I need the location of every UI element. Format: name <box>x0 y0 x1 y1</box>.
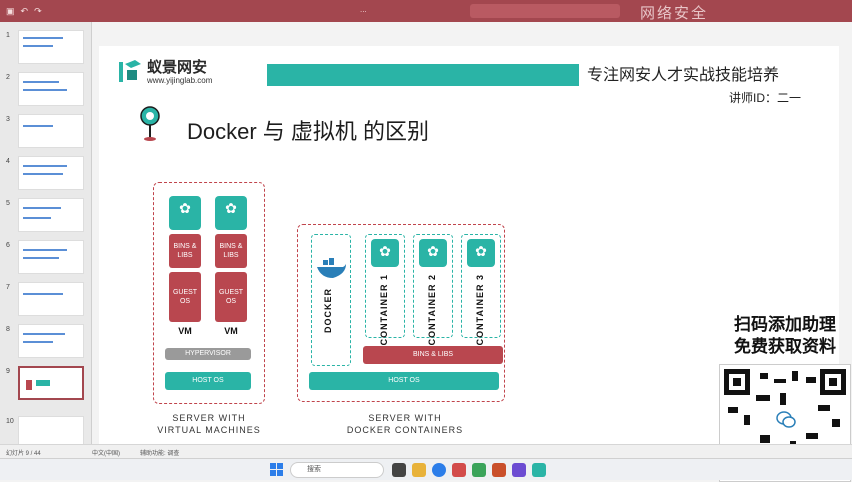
app-icon[interactable] <box>452 463 466 477</box>
promo-text: 扫码添加助理 免费获取资料 <box>727 314 843 358</box>
slide-thumbnail-active[interactable]: 9 <box>6 366 88 402</box>
app-icon[interactable] <box>532 463 546 477</box>
slide-editing-area: 蚁景网安 www.yijinglab.com 专注网安人才实战技能培养 讲师ID… <box>93 22 852 482</box>
slogan-text: 专注网安人才实战技能培养 <box>587 67 780 84</box>
slide-number: 10 <box>6 418 14 425</box>
host-os-bar: HOST OS <box>309 372 499 390</box>
slide-thumbnail[interactable]: 6 <box>6 240 88 276</box>
vm-caption: SERVER WITH VIRTUAL MACHINES <box>145 412 273 436</box>
browser-icon[interactable] <box>432 463 446 477</box>
slide-number: 4 <box>6 158 10 165</box>
undo-icon[interactable]: ↶ <box>21 6 29 17</box>
app-gear-icon <box>215 196 247 230</box>
slide-number: 2 <box>6 74 10 81</box>
bins-libs-block: BINS & LIBS <box>169 234 201 268</box>
promo-line-1: 扫码添加助理 <box>734 315 836 334</box>
vm-label: VM <box>178 326 192 336</box>
slide-number: 9 <box>6 368 10 375</box>
watermark-text: 网络安全 <box>640 5 709 22</box>
docker-label: DOCKER <box>323 288 333 334</box>
current-slide[interactable]: 蚁景网安 www.yijinglab.com 专注网安人才实战技能培养 讲师ID… <box>99 46 851 482</box>
slide-number: 5 <box>6 200 10 207</box>
wechat-icon <box>776 411 796 428</box>
location-pin-icon <box>140 106 160 141</box>
slide-thumbnail[interactable]: 2 <box>6 72 88 108</box>
slide-counter: 幻灯片 9 / 44 <box>6 451 41 457</box>
app-icon[interactable] <box>512 463 526 477</box>
slide-thumbnail[interactable]: 8 <box>6 324 88 360</box>
slide-thumbnail[interactable]: 3 <box>6 114 88 150</box>
guest-os-block: GUEST OS <box>215 272 247 322</box>
qr-finder-pattern <box>820 369 846 395</box>
container-label: CONTAINER 1 <box>379 274 389 346</box>
taskbar-search-label: 搜索 <box>307 466 321 473</box>
vm-label: VM <box>224 326 238 336</box>
slide-title: Docker 与 虚拟机 的区别 <box>187 119 430 144</box>
slide-thumbnail-panel: 1 2 3 4 5 6 7 8 9 10 <box>0 22 92 458</box>
promo-line-2: 免费获取资料 <box>734 337 836 356</box>
status-bar: 幻灯片 9 / 44 中文(中国) 辅助功能: 调查 <box>0 444 852 458</box>
window-titlebar: ▣ ↶ ↷ ... 网络安全 <box>0 0 852 22</box>
brand-name: 蚁景网安 <box>147 59 208 76</box>
lecturer-id: 讲师ID：二一 <box>729 91 802 105</box>
document-title: ... <box>360 5 367 14</box>
bins-libs-bar: BINS & LIBS <box>363 346 503 364</box>
accessibility-status[interactable]: 辅助功能: 调查 <box>140 448 179 457</box>
language-indicator[interactable]: 中文(中国) <box>92 448 120 457</box>
slide-thumbnail[interactable]: 5 <box>6 198 88 234</box>
qr-finder-pattern <box>724 369 750 395</box>
docker-whale-icon <box>317 258 346 278</box>
docker-caption: SERVER WITH DOCKER CONTAINERS <box>335 412 475 436</box>
docker-caption-line1: SERVER WITH <box>368 413 442 423</box>
redo-icon[interactable]: ↷ <box>34 6 42 17</box>
app-gear-icon <box>371 239 399 267</box>
quick-access-toolbar: ▣ ↶ ↷ <box>0 6 42 17</box>
brand-logo-icon <box>119 60 141 82</box>
vm-caption-line2: VIRTUAL MACHINES <box>157 425 261 435</box>
docker-caption-line2: DOCKER CONTAINERS <box>346 425 464 435</box>
vm-caption-line1: SERVER WITH <box>172 413 246 423</box>
app-gear-icon <box>169 196 201 230</box>
task-view-icon[interactable] <box>392 463 406 477</box>
taskbar-search[interactable]: 搜索 <box>290 462 384 478</box>
slide-number: 1 <box>6 32 10 39</box>
brand-url: www.yijinglab.com <box>147 76 213 85</box>
slide-number: 6 <box>6 242 10 249</box>
app-gear-icon <box>419 239 447 267</box>
title-search-box[interactable] <box>470 4 620 18</box>
container-label: CONTAINER 2 <box>427 274 437 346</box>
bins-libs-block: BINS & LIBS <box>215 234 247 268</box>
container-label: CONTAINER 3 <box>475 274 485 346</box>
file-explorer-icon[interactable] <box>412 463 426 477</box>
save-icon[interactable]: ▣ <box>6 6 15 17</box>
slide-number: 7 <box>6 284 10 291</box>
start-button[interactable] <box>270 463 284 477</box>
slide-number: 3 <box>6 116 10 123</box>
slide-number: 8 <box>6 326 10 333</box>
slide-thumbnail[interactable]: 1 <box>6 30 88 66</box>
powerpoint-icon[interactable] <box>492 463 506 477</box>
slide-thumbnail[interactable]: 7 <box>6 282 88 318</box>
windows-taskbar: 搜索 <box>0 458 852 480</box>
app-gear-icon <box>467 239 495 267</box>
guest-os-block: GUEST OS <box>169 272 201 322</box>
host-os-bar: HOST OS <box>165 372 251 390</box>
app-icon[interactable] <box>472 463 486 477</box>
slide-thumbnail[interactable]: 4 <box>6 156 88 192</box>
hypervisor-bar: HYPERVISOR <box>165 348 251 360</box>
